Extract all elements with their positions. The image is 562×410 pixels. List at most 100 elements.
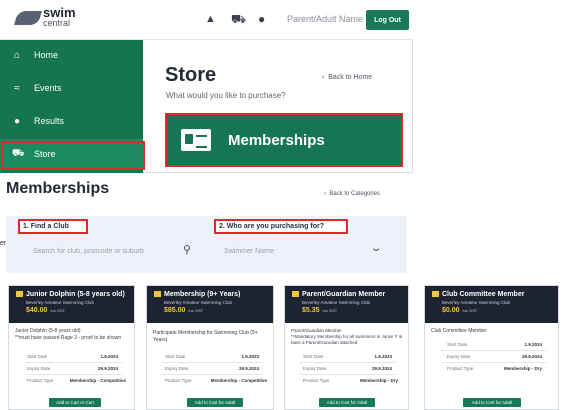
card-price: $85.00 bbox=[164, 307, 186, 314]
expiry-date-label: Expiry Date bbox=[447, 354, 471, 359]
logo-mark-icon bbox=[14, 11, 42, 25]
user-icon[interactable]: ● bbox=[258, 12, 265, 26]
card-price: $5.35 bbox=[302, 307, 320, 314]
sidebar-item-label: Home bbox=[34, 50, 59, 60]
bell-icon[interactable]: ▲ bbox=[205, 13, 216, 25]
logo-text-top: swim bbox=[43, 5, 76, 20]
user-name: Parent/Adult Name bbox=[287, 14, 364, 24]
logout-button[interactable]: Log Out bbox=[366, 10, 409, 30]
id-card-icon bbox=[154, 291, 161, 298]
cart-icon[interactable]: ⛟ bbox=[231, 12, 246, 28]
product-type-value: Membership - Dry bbox=[359, 378, 398, 383]
add-to-cart-button[interactable]: Add to Cart for Adult bbox=[463, 398, 521, 407]
id-card-icon bbox=[16, 291, 23, 298]
card-price: $0.00 bbox=[442, 307, 460, 314]
expiry-date-label: Expiry Date bbox=[303, 366, 327, 371]
memberships-tile-label: Memberships bbox=[228, 131, 325, 149]
card-header: Parent/Guardian Member Beverley Amateur … bbox=[285, 286, 408, 323]
divider bbox=[23, 362, 122, 363]
divider bbox=[299, 362, 396, 363]
product-type-label: Product Type bbox=[165, 378, 192, 383]
sidebar-item-results[interactable]: ● Results bbox=[0, 106, 143, 136]
start-date-label: Start Date bbox=[27, 354, 48, 359]
search-icon[interactable]: ⚲ bbox=[183, 243, 191, 256]
memberships-title: Memberships bbox=[6, 180, 110, 197]
card-price-note: Inc GST bbox=[50, 308, 66, 313]
card-price-note: Inc GST bbox=[322, 308, 338, 313]
expiry-date-value: 29.9.2024 bbox=[521, 354, 542, 359]
expiry-date-label: Expiry Date bbox=[165, 366, 189, 371]
product-type-label: Product Type bbox=[447, 366, 474, 371]
sidebar-item-label: Results bbox=[34, 116, 65, 126]
chevron-down-icon[interactable]: ⌄ bbox=[369, 243, 382, 254]
back-to-categories-link[interactable]: ‹ Back to Categories bbox=[324, 191, 380, 197]
cropped-text: er bbox=[0, 240, 7, 247]
card-header: Club Committee Member Beverley Amateur S… bbox=[425, 286, 558, 323]
expiry-date-value: 29.9.2024 bbox=[97, 366, 118, 371]
card-club: Beverley Amateur Swimming Club bbox=[302, 300, 371, 305]
add-to-cart-button[interactable]: Add to Cart for Adult bbox=[187, 398, 243, 407]
who-purchasing-label: 2. Who are you purchasing for? bbox=[214, 219, 348, 234]
swim-central-logo[interactable]: swim central bbox=[14, 5, 76, 28]
sidebar-item-events[interactable]: ≈ Events bbox=[0, 73, 143, 103]
card-club: Beverley Amateur Swimming Club bbox=[164, 300, 233, 305]
home-icon: ⌂ bbox=[13, 49, 21, 61]
card-description: Club Committee Member bbox=[431, 328, 487, 334]
card-title: Membership (9+ Years) bbox=[164, 291, 241, 298]
card-description: Participate Membership for Swimming Club… bbox=[153, 330, 258, 343]
card-description: Junior Dolphin (5-8 years old) **must ha… bbox=[15, 328, 122, 341]
card-price-note: Inc GST bbox=[462, 308, 478, 313]
card-price-note: Inc GST bbox=[188, 308, 204, 313]
memberships-tile[interactable]: Memberships bbox=[165, 113, 403, 167]
add-to-cart-button[interactable]: Add to Cart or Cart bbox=[49, 398, 101, 407]
back-to-home-link[interactable]: ‹ Back to Home bbox=[322, 74, 372, 81]
product-type-value: Membership - Dry bbox=[503, 366, 542, 371]
sidebar-item-label: Events bbox=[34, 83, 62, 93]
back-to-home-label: Back to Home bbox=[328, 74, 373, 81]
membership-card: Junior Dolphin (5-8 years old) Beverley … bbox=[8, 285, 135, 410]
club-search-input[interactable]: Search for club, postcode or suburb bbox=[18, 241, 203, 261]
start-date-label: Start Date bbox=[447, 342, 468, 347]
medal-icon: ● bbox=[13, 115, 21, 127]
divider bbox=[441, 350, 546, 351]
page-title: Store bbox=[165, 64, 217, 86]
page-subtitle: What would you like to purchase? bbox=[166, 91, 286, 100]
start-date-label: Start Date bbox=[303, 354, 324, 359]
start-date-value: 1.9.2023 bbox=[241, 354, 259, 359]
store-highlight-box bbox=[1, 141, 145, 170]
id-card-icon bbox=[292, 291, 299, 298]
id-card-icon bbox=[181, 129, 211, 151]
membership-card: Club Committee Member Beverley Amateur S… bbox=[424, 285, 559, 410]
expiry-date-label: Expiry Date bbox=[27, 366, 51, 371]
card-title: Junior Dolphin (5-8 years old) bbox=[26, 291, 125, 298]
card-title: Parent/Guardian Member bbox=[302, 291, 386, 298]
expiry-date-value: 29.9.2024 bbox=[371, 366, 392, 371]
card-header: Membership (9+ Years) Beverley Amateur S… bbox=[147, 286, 273, 323]
top-bar: swim central ▲ ⛟ ● Parent/Adult Name Log… bbox=[0, 0, 413, 40]
add-to-cart-button[interactable]: Add to Cart for Adult bbox=[319, 398, 375, 407]
card-price: $40.00 bbox=[26, 307, 48, 314]
divider bbox=[161, 374, 263, 375]
card-club: Beverley Amateur Swimming Club bbox=[26, 300, 95, 305]
product-type-label: Product Type bbox=[303, 378, 330, 383]
start-date-value: 1.9.2023 bbox=[374, 354, 392, 359]
start-date-value: 1.9.2023 bbox=[100, 354, 118, 359]
membership-card: Parent/Guardian Member Beverley Amateur … bbox=[284, 285, 409, 410]
divider bbox=[161, 362, 263, 363]
sidebar-item-home[interactable]: ⌂ Home bbox=[0, 40, 143, 70]
product-type-label: Product Type bbox=[27, 378, 54, 383]
card-club: Beverley Amateur Swimming Club bbox=[442, 300, 511, 305]
card-header: Junior Dolphin (5-8 years old) Beverley … bbox=[9, 286, 134, 323]
divider bbox=[23, 374, 122, 375]
back-to-categories-label: Back to Categories bbox=[329, 191, 381, 197]
id-card-icon bbox=[432, 291, 439, 298]
card-title: Club Committee Member bbox=[442, 291, 525, 298]
product-type-value: Membership - Competitive bbox=[69, 378, 126, 383]
find-club-label: 1. Find a Club bbox=[18, 219, 88, 234]
membership-card: Membership (9+ Years) Beverley Amateur S… bbox=[146, 285, 274, 410]
swimmer-icon: ≈ bbox=[14, 82, 20, 94]
start-date-label: Start Date bbox=[165, 354, 186, 359]
product-type-value: Membership - Competitive bbox=[210, 378, 267, 383]
card-description: Parent/Guardian Member **Mandatory Membe… bbox=[291, 328, 403, 345]
divider bbox=[441, 362, 546, 363]
